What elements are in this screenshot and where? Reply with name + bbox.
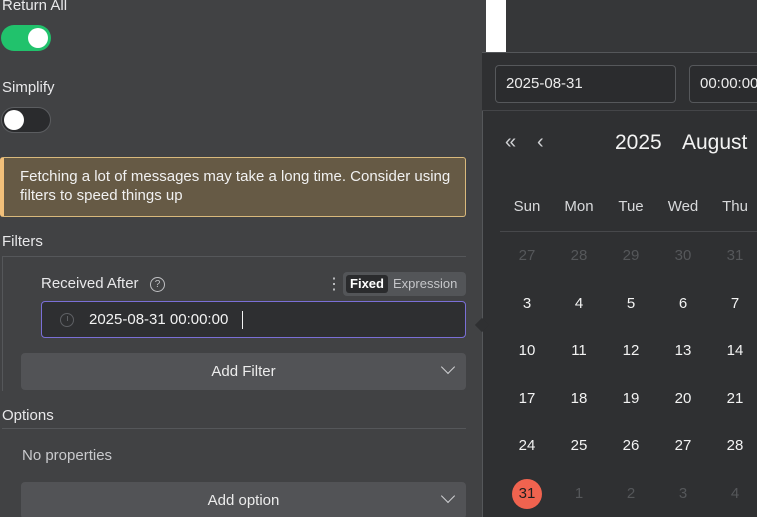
mode-expression-tab[interactable]: Expression xyxy=(393,275,457,293)
text-caret xyxy=(242,311,243,329)
add-option-button[interactable]: Add option xyxy=(21,482,466,517)
no-properties-text: No properties xyxy=(22,447,113,464)
weekday-thu: Thu xyxy=(722,198,748,215)
add-option-label: Add option xyxy=(207,492,280,509)
calendar-day[interactable]: 4 xyxy=(564,289,594,319)
warning-text: Fetching a lot of messages may take a lo… xyxy=(20,168,451,204)
chevron-down-icon xyxy=(440,359,456,375)
calendar-day[interactable]: 1 xyxy=(564,479,594,509)
calendar-day[interactable]: 24 xyxy=(512,431,542,461)
background-canvas xyxy=(506,0,757,52)
more-options-icon[interactable]: ⋮ xyxy=(326,274,342,294)
calendar-day[interactable]: 21 xyxy=(720,384,750,414)
calendar-day[interactable]: 20 xyxy=(668,384,698,414)
toggle-knob xyxy=(4,110,24,130)
add-filter-label: Add Filter xyxy=(211,363,276,380)
calendar-day[interactable]: 7 xyxy=(720,289,750,319)
calendar-day[interactable]: 3 xyxy=(512,289,542,319)
calendar-day[interactable]: 18 xyxy=(564,384,594,414)
simplify-label: Simplify xyxy=(2,79,55,96)
received-after-input[interactable]: 2025-08-31 00:00:00 xyxy=(41,301,466,338)
received-after-label: Received After xyxy=(41,275,139,292)
calendar-day[interactable]: 6 xyxy=(668,289,698,319)
calendar-day[interactable]: 13 xyxy=(668,336,698,366)
calendar-month[interactable]: August xyxy=(682,131,747,155)
calendar-day[interactable]: 26 xyxy=(616,431,646,461)
simplify-toggle[interactable] xyxy=(1,107,51,133)
toggle-knob xyxy=(28,28,48,48)
received-after-value: 2025-08-31 00:00:00 xyxy=(89,311,229,328)
weekday-wed: Wed xyxy=(667,198,699,215)
calendar-day[interactable]: 17 xyxy=(512,384,542,414)
calendar-day[interactable]: 3 xyxy=(668,479,698,509)
calendar-day[interactable]: 14 xyxy=(720,336,750,366)
calendar-day[interactable]: 5 xyxy=(616,289,646,319)
calendar-day[interactable]: 2 xyxy=(616,479,646,509)
weekday-mon: Mon xyxy=(564,198,594,215)
info-icon[interactable]: ? xyxy=(150,277,165,292)
calendar-day-selected[interactable]: 31 xyxy=(512,479,542,509)
filters-title: Filters xyxy=(2,233,43,250)
options-title: Options xyxy=(2,407,54,424)
picker-date-input[interactable]: 2025-08-31 xyxy=(495,65,676,103)
warning-callout: Fetching a lot of messages may take a lo… xyxy=(0,157,466,217)
mode-fixed-tab[interactable]: Fixed xyxy=(346,275,388,293)
calendar-day[interactable]: 30 xyxy=(668,241,698,271)
options-divider xyxy=(2,428,466,429)
calendar-day[interactable]: 19 xyxy=(616,384,646,414)
calendar-day[interactable]: 25 xyxy=(564,431,594,461)
prev-year-icon[interactable]: « xyxy=(505,131,516,154)
weekday-tue: Tue xyxy=(618,198,644,215)
chevron-down-icon xyxy=(440,488,456,504)
calendar-day[interactable]: 27 xyxy=(668,431,698,461)
clock-icon xyxy=(60,313,74,327)
weekday-divider xyxy=(500,231,757,232)
background-strip xyxy=(486,0,506,52)
add-filter-button[interactable]: Add Filter xyxy=(21,353,466,390)
weekday-sun: Sun xyxy=(513,198,541,215)
calendar-day[interactable]: 28 xyxy=(564,241,594,271)
return-all-toggle[interactable] xyxy=(1,25,51,51)
picker-time-input[interactable]: 00:00:00 xyxy=(689,65,757,103)
calendar-day[interactable]: 12 xyxy=(616,336,646,366)
calendar-day[interactable]: 27 xyxy=(512,241,542,271)
calendar-day[interactable]: 29 xyxy=(616,241,646,271)
calendar-day[interactable]: 28 xyxy=(720,431,750,461)
prev-month-icon[interactable]: ‹ xyxy=(537,131,544,154)
calendar-day[interactable]: 31 xyxy=(720,241,750,271)
return-all-label: Return All xyxy=(2,0,68,14)
fixed-expression-switch: Fixed Expression xyxy=(343,272,466,296)
calendar-day[interactable]: 4 xyxy=(720,479,750,509)
calendar-day[interactable]: 11 xyxy=(564,336,594,366)
calendar-year[interactable]: 2025 xyxy=(615,131,662,155)
calendar-day[interactable]: 10 xyxy=(512,336,542,366)
